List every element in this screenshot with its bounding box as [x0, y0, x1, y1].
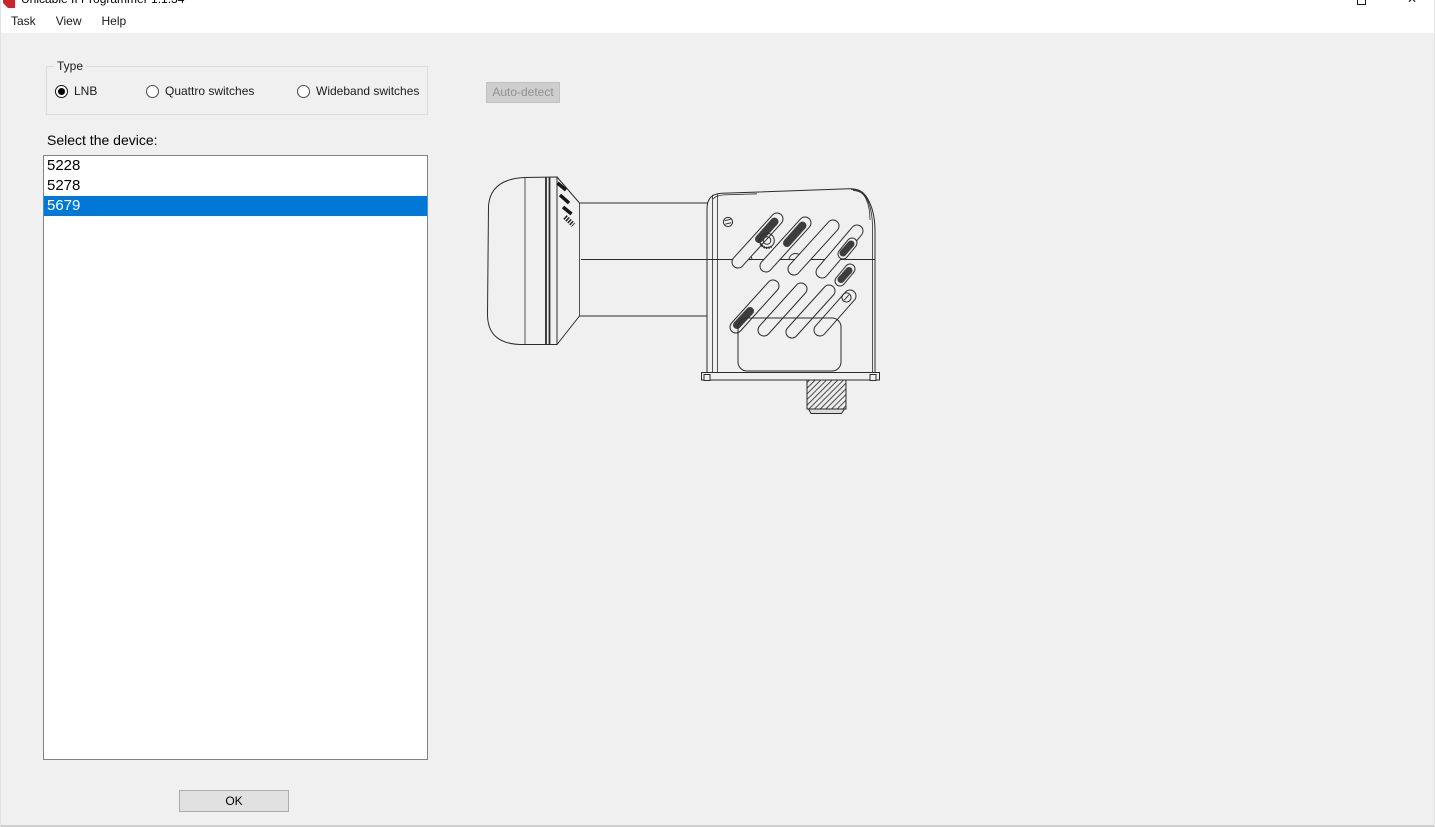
select-device-label: Select the device:	[47, 132, 158, 148]
titlebar: Unicable II Programmer 1.1.34 ✕	[1, 0, 1434, 9]
device-listbox[interactable]: 5228 5278 5679	[43, 155, 428, 760]
type-radio-row: LNB Quattro switches Wideband switches	[47, 84, 427, 100]
client-area: Type LNB Quattro switches Wideband switc…	[1, 33, 1434, 825]
type-groupbox-title: Type	[54, 59, 86, 73]
type-groupbox: Type LNB Quattro switches Wideband switc…	[46, 66, 428, 115]
maximize-icon[interactable]	[1357, 0, 1366, 5]
menu-task[interactable]: Task	[1, 9, 46, 33]
radio-quattro-label: Quattro switches	[165, 84, 254, 98]
radio-wideband-switches[interactable]: Wideband switches	[297, 84, 419, 98]
radio-lnb-label: LNB	[74, 84, 97, 98]
app-icon	[3, 0, 15, 8]
menu-bar: Task View Help	[1, 9, 1434, 33]
radio-quattro-circle[interactable]	[146, 85, 159, 98]
auto-detect-button[interactable]: Auto-detect	[486, 82, 560, 103]
close-icon[interactable]: ✕	[1405, 0, 1419, 7]
radio-wideband-label: Wideband switches	[316, 84, 419, 98]
radio-lnb[interactable]: LNB	[55, 84, 97, 98]
menu-help[interactable]: Help	[91, 9, 136, 33]
radio-quattro-switches[interactable]: Quattro switches	[146, 84, 254, 98]
lnb-device-image	[481, 168, 891, 420]
list-item[interactable]: 5228	[44, 156, 427, 176]
ok-button[interactable]: OK	[179, 790, 289, 812]
window-title: Unicable II Programmer 1.1.34	[21, 0, 184, 6]
menu-view[interactable]: View	[46, 9, 92, 33]
app-window: Unicable II Programmer 1.1.34 ✕ Task Vie…	[0, 0, 1435, 827]
list-item-selected[interactable]: 5679	[44, 196, 427, 216]
radio-lnb-circle[interactable]	[55, 85, 68, 98]
list-item[interactable]: 5278	[44, 176, 427, 196]
radio-wideband-circle[interactable]	[297, 85, 310, 98]
